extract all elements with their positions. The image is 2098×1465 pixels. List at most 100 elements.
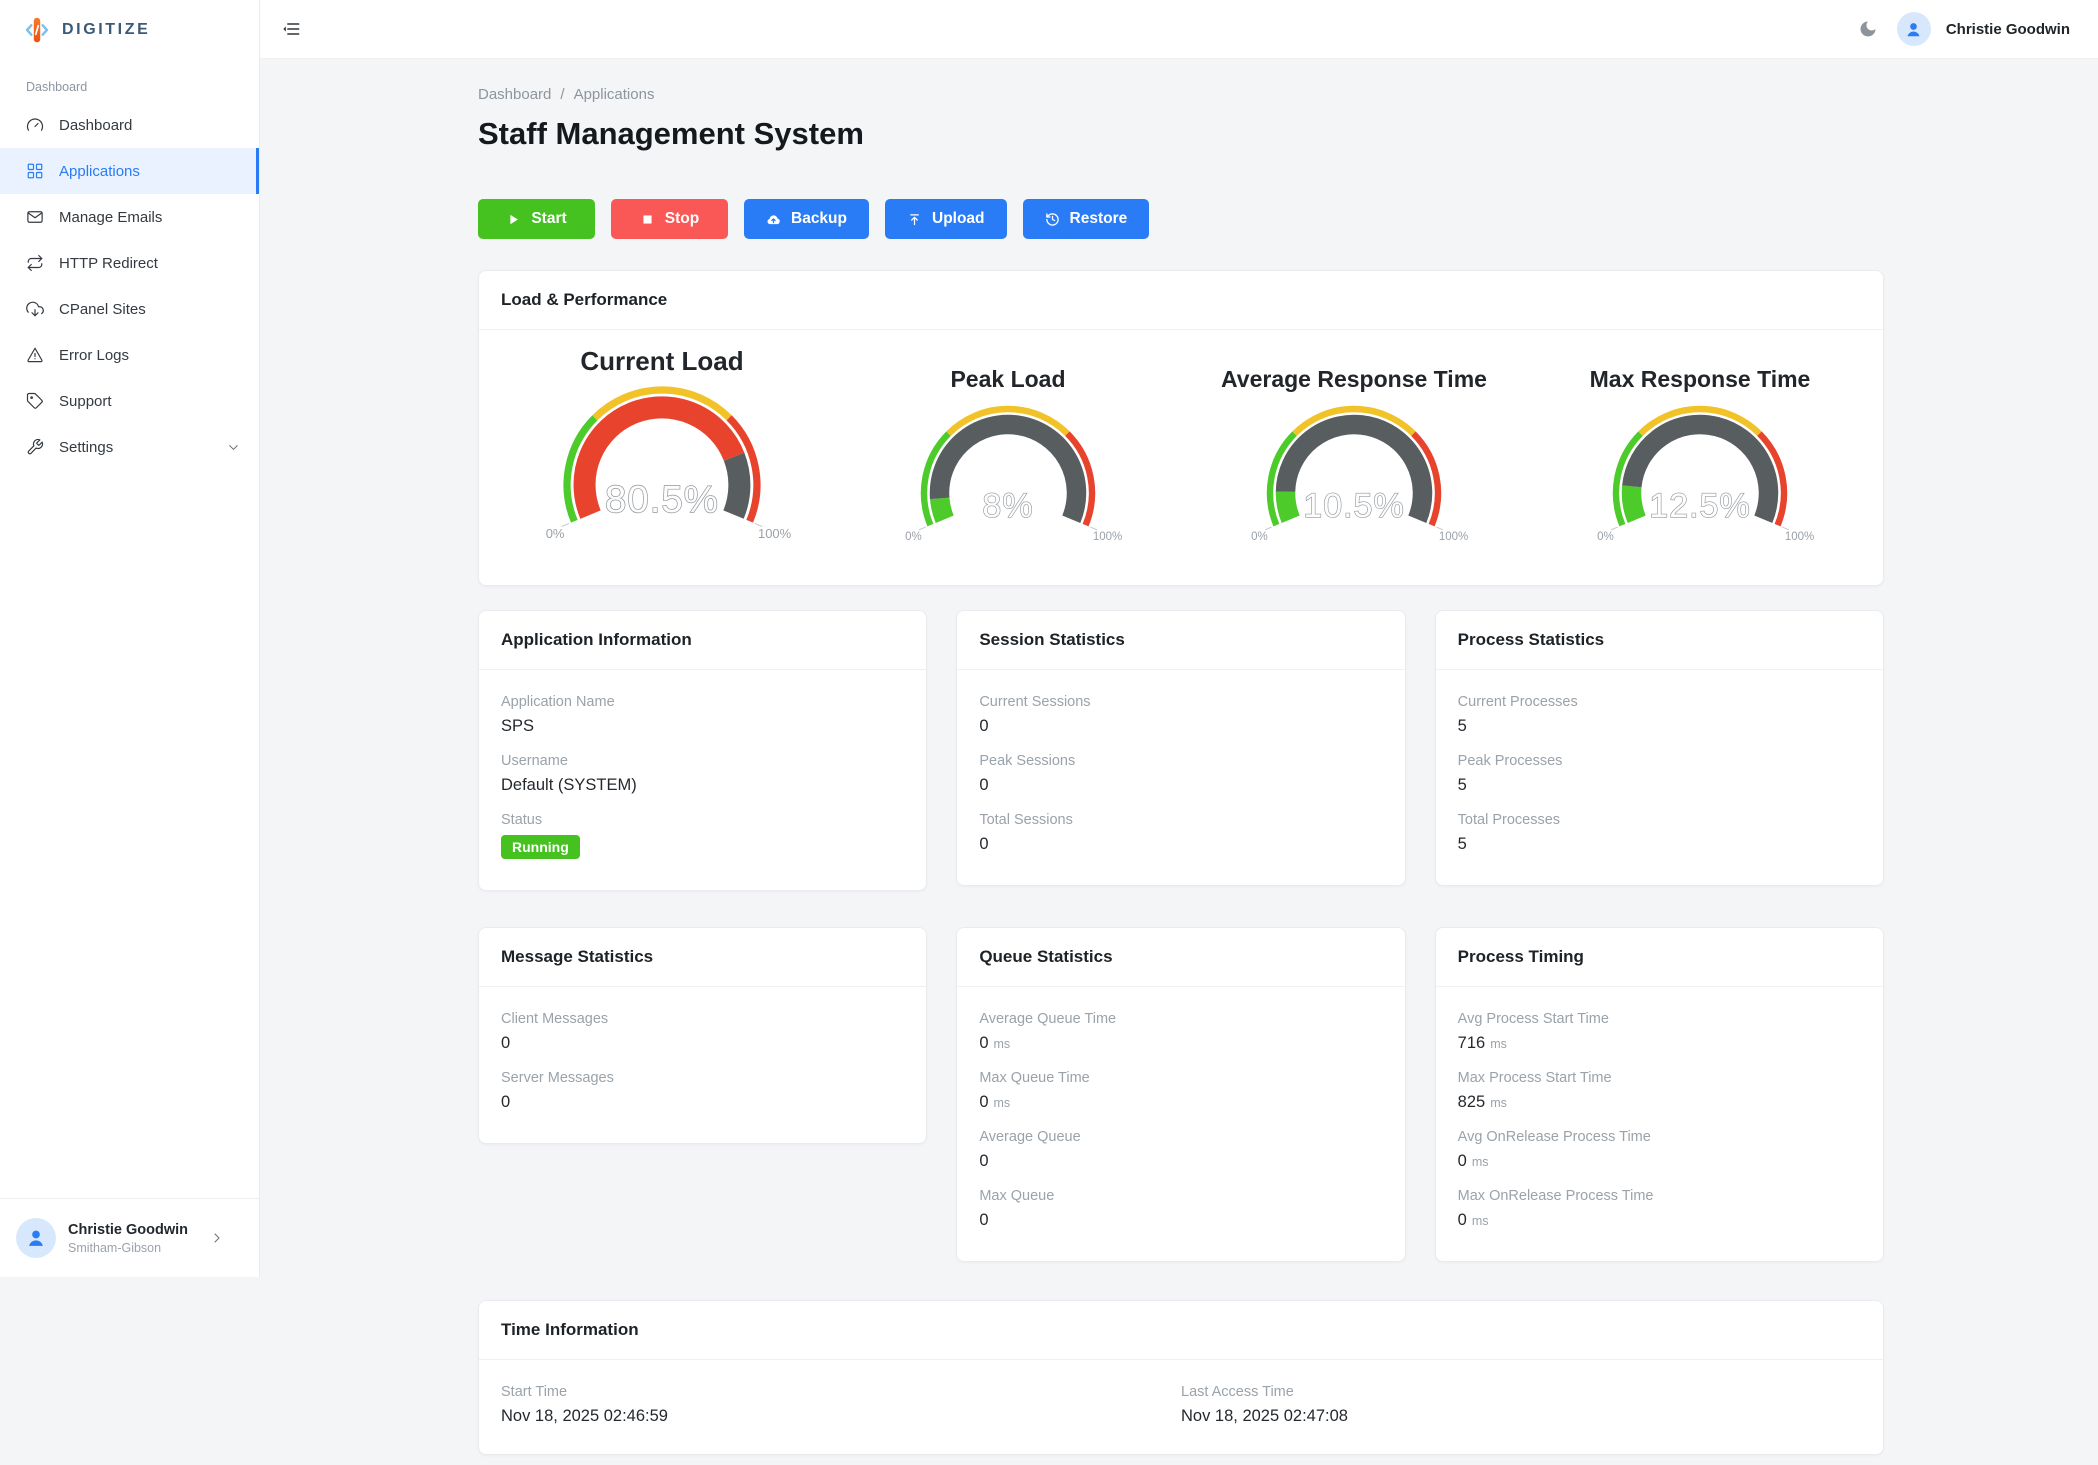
play-icon: [506, 212, 521, 227]
stat-value: 0ms: [979, 1034, 1382, 1053]
stat-value-number: 0: [1458, 1211, 1467, 1229]
topbar-avatar[interactable]: [1897, 12, 1931, 46]
sidebar-item-applications[interactable]: Applications: [0, 148, 259, 194]
gauge-max-label: 100%: [1439, 531, 1468, 543]
stat-pair: Peak Processes5: [1458, 753, 1861, 795]
card-title: Load & Performance: [479, 271, 1883, 330]
gauge-max-label: 100%: [1093, 531, 1122, 543]
gauge-peak-load: Peak Load0%100%8%: [835, 366, 1181, 555]
sidebar-user-org: Smitham-Gibson: [68, 1241, 188, 1255]
stat-label: Max OnRelease Process Time: [1458, 1188, 1861, 1204]
gauges-row: Current Load0%100%80.5%Peak Load0%100%8%…: [479, 330, 1883, 585]
stat-value-number: 5: [1458, 835, 1467, 853]
sidebar-item-label: CPanel Sites: [59, 301, 146, 318]
page-title: Staff Management System: [478, 115, 1884, 153]
sidebar-item-support[interactable]: Support: [0, 378, 259, 424]
stat-pair: Peak Sessions0: [979, 753, 1382, 795]
stat-label: Avg OnRelease Process Time: [1458, 1129, 1861, 1145]
stat-value-number: 0: [501, 1093, 510, 1111]
breadcrumb: Dashboard/Applications: [478, 86, 1884, 103]
backup-button[interactable]: Backup: [744, 199, 869, 239]
card-process-statistics: Process StatisticsCurrent Processes5Peak…: [1435, 610, 1884, 886]
sidebar-user-name: Christie Goodwin: [68, 1222, 188, 1238]
brand-logo[interactable]: DIGITIZE: [0, 0, 259, 60]
user-avatar: [16, 1218, 56, 1258]
action-buttons: Start Stop Backup Upload Restore: [478, 199, 1884, 239]
stat-label: Average Queue Time: [979, 1011, 1382, 1027]
stat-value-number: 5: [1458, 776, 1467, 794]
stat-label: Client Messages: [501, 1011, 904, 1027]
stat-value: 0: [501, 1093, 904, 1112]
card-title: Message Statistics: [479, 928, 926, 987]
sidebar-item-http-redirect[interactable]: HTTP Redirect: [0, 240, 259, 286]
speedometer-icon: [26, 116, 44, 134]
gauge-average-response-time: Average Response Time0%100%10.5%: [1181, 366, 1527, 555]
stat-value-number: 5: [1458, 717, 1467, 735]
cloud-download-icon: [26, 300, 44, 318]
person-icon: [1904, 20, 1923, 39]
stat-value: 5: [1458, 835, 1861, 854]
sidebar-item-label: Settings: [59, 439, 113, 456]
sidebar-collapse-button[interactable]: [278, 15, 306, 43]
time-information-card: Time Information Start TimeNov 18, 2025 …: [478, 1300, 1884, 1455]
time-stat-start-time: Start TimeNov 18, 2025 02:46:59: [501, 1384, 1181, 1426]
stat-pair: Total Processes5: [1458, 812, 1861, 854]
gauge-chart: 0%100%8%: [886, 401, 1130, 555]
restore-button[interactable]: Restore: [1023, 199, 1150, 239]
card-message-statistics: Message StatisticsClient Messages0Server…: [478, 927, 927, 1144]
topbar: Christie Goodwin: [260, 0, 2098, 59]
stat-label: Last Access Time: [1181, 1384, 1861, 1400]
dark-mode-toggle[interactable]: [1854, 15, 1882, 43]
gauge-max-response-time: Max Response Time0%100%12.5%: [1527, 366, 1873, 555]
button-label: Backup: [791, 210, 847, 228]
stat-pair: Current Processes5: [1458, 694, 1861, 736]
sidebar-user-card[interactable]: Christie Goodwin Smitham-Gibson: [0, 1198, 259, 1277]
stop-button[interactable]: Stop: [611, 199, 728, 239]
sidebar-item-manage-emails[interactable]: Manage Emails: [0, 194, 259, 240]
stat-value-unit: ms: [994, 1096, 1011, 1110]
start-button[interactable]: Start: [478, 199, 595, 239]
stat-value: SPS: [501, 717, 904, 736]
sidebar-item-settings[interactable]: Settings: [0, 424, 259, 470]
breadcrumb-item-dashboard[interactable]: Dashboard: [478, 86, 551, 103]
upload-button[interactable]: Upload: [885, 199, 1007, 239]
mail-icon: [26, 208, 44, 226]
stat-pair: Client Messages0: [501, 1011, 904, 1053]
digitize-logo-icon: [20, 13, 54, 47]
gauge-min-label: 0%: [1251, 531, 1268, 543]
gauge-chart: 0%100%12.5%: [1578, 401, 1822, 555]
stat-value-number: 825: [1458, 1093, 1486, 1111]
stat-label: Username: [501, 753, 904, 769]
sidebar-item-label: HTTP Redirect: [59, 255, 158, 272]
stat-pair: Average Queue0: [979, 1129, 1382, 1171]
brand-name: DIGITIZE: [62, 21, 150, 39]
stat-value: Nov 18, 2025 02:46:59: [501, 1407, 1181, 1426]
stat-label: Status: [501, 812, 904, 828]
stat-pair: Total Sessions0: [979, 812, 1382, 854]
stat-value: 5: [1458, 776, 1861, 795]
stat-value-number: SPS: [501, 717, 534, 735]
gauge-chart: 0%100%10.5%: [1232, 401, 1476, 555]
stat-value: 0ms: [1458, 1211, 1861, 1230]
stat-pair: Status Running: [501, 812, 904, 859]
sidebar-item-dashboard[interactable]: Dashboard: [0, 102, 259, 148]
stat-value-number: 0: [979, 1093, 988, 1111]
sidebar-item-error-logs[interactable]: Error Logs: [0, 332, 259, 378]
card-body: Avg Process Start Time716msMax Process S…: [1436, 987, 1883, 1261]
gauge-max-label: 100%: [758, 526, 792, 541]
stat-cards-row-1: Application InformationApplication NameS…: [478, 610, 1884, 891]
history-icon: [1045, 212, 1060, 227]
stat-pair: Max Process Start Time825ms: [1458, 1070, 1861, 1112]
stat-pair: Max Queue Time0ms: [979, 1070, 1382, 1112]
warning-triangle-icon: [26, 346, 44, 364]
main-content: Dashboard/Applications Staff Management …: [260, 59, 2098, 1465]
gauge-value: 12.5%: [1649, 487, 1750, 525]
stat-value: 5: [1458, 717, 1861, 736]
topbar-user-name[interactable]: Christie Goodwin: [1946, 21, 2070, 38]
status-badge: Running: [501, 835, 580, 859]
sidebar-item-cpanel-sites[interactable]: CPanel Sites: [0, 286, 259, 332]
card-queue-statistics: Queue StatisticsAverage Queue Time0msMax…: [956, 927, 1405, 1262]
stat-value: 0ms: [1458, 1152, 1861, 1171]
breadcrumb-item-applications: Applications: [574, 86, 655, 103]
gauge-title: Current Load: [580, 346, 743, 377]
